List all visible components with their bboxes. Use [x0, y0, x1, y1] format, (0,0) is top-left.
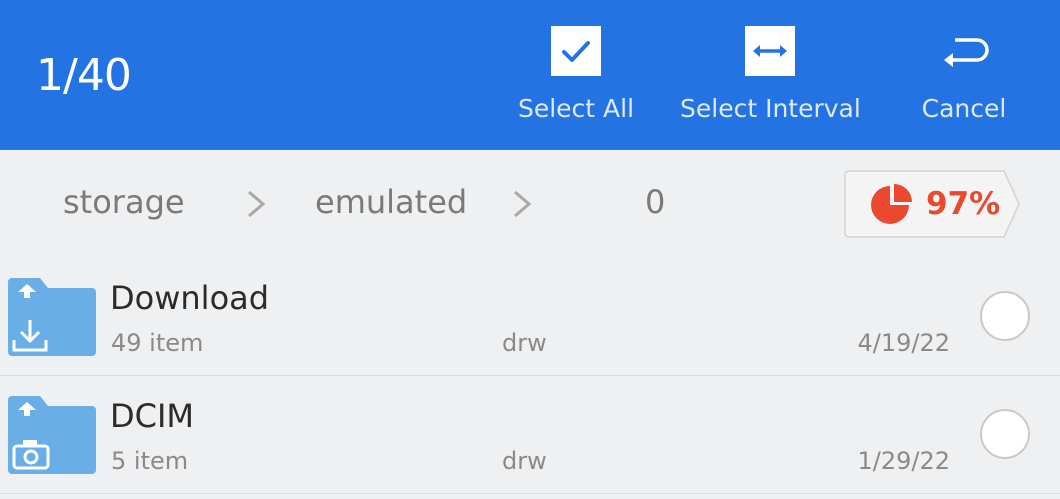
- select-all-label: Select All: [517, 94, 635, 123]
- breadcrumb-item-0[interactable]: 0: [645, 182, 665, 222]
- return-arrow-icon: [944, 38, 989, 67]
- select-radio[interactable]: [980, 291, 1030, 341]
- modified-date: 1/29/22: [857, 447, 950, 475]
- select-all-button[interactable]: Select All: [516, 26, 636, 124]
- breadcrumb-item-emulated[interactable]: emulated: [315, 182, 467, 222]
- item-count: 5 item: [111, 447, 189, 475]
- list-item[interactable]: DCIM 5 item drw 1/29/22: [0, 376, 1060, 494]
- cancel-label: Cancel: [921, 94, 1007, 123]
- storage-usage-badge[interactable]: 97%: [844, 170, 1020, 238]
- interval-arrows-icon: [745, 26, 795, 76]
- chevron-right-icon: [514, 190, 532, 218]
- modified-date: 4/19/22: [857, 329, 950, 357]
- chevron-right-icon: [248, 190, 266, 218]
- storage-usage-percent: 97%: [926, 186, 1001, 222]
- breadcrumb: storage emulated 0 97%: [0, 150, 1060, 258]
- permissions: drw: [502, 447, 547, 475]
- download-folder-icon: [8, 278, 96, 356]
- pie-chart-icon: [871, 184, 912, 224]
- checkbox-checked-icon: [551, 26, 601, 76]
- select-interval-label: Select Interval: [680, 94, 861, 123]
- file-name: DCIM: [110, 397, 195, 435]
- select-interval-button[interactable]: Select Interval: [680, 26, 861, 124]
- file-name: Download: [110, 279, 270, 317]
- cancel-button[interactable]: Cancel: [918, 26, 1010, 124]
- selection-count: 1/40: [36, 50, 132, 101]
- list-item[interactable]: Download 49 item drw 4/19/22: [0, 258, 1060, 376]
- item-count: 49 item: [111, 329, 204, 357]
- selection-toolbar: 1/40 Select All Select Interval Cancel: [0, 0, 1060, 150]
- breadcrumb-item-storage[interactable]: storage: [63, 182, 185, 222]
- permissions: drw: [502, 329, 547, 357]
- select-radio[interactable]: [980, 409, 1030, 459]
- camera-folder-icon: [8, 396, 96, 474]
